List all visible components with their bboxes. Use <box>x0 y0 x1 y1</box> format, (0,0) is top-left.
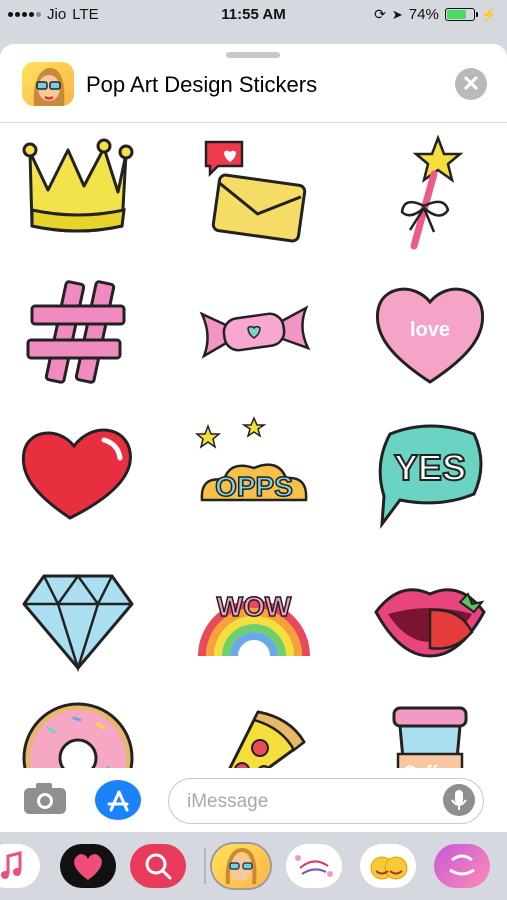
sticker-yes[interactable]: YES <box>370 414 490 534</box>
cool-dude-icon <box>449 854 475 876</box>
tray-app-image-search[interactable] <box>130 844 186 888</box>
sticker-wow-rainbow[interactable]: WOW <box>194 556 314 676</box>
sticker-love-text: love <box>410 319 450 341</box>
sticker-opps-text: OPPS <box>215 471 293 502</box>
sticker-red-heart[interactable] <box>18 414 138 534</box>
tray-app-cool-dude[interactable] <box>434 844 490 888</box>
location-icon: ➤ <box>391 6 403 22</box>
charging-icon: ⚡ <box>480 6 497 22</box>
app-icon <box>22 62 74 106</box>
imessage-placeholder: iMessage <box>187 791 269 812</box>
sticker-love-letter[interactable] <box>194 130 314 250</box>
battery-fill <box>446 10 467 19</box>
emoji-icon <box>370 856 408 880</box>
app-store-button[interactable] <box>95 780 141 820</box>
beautiful-day-icon <box>295 855 333 877</box>
header-divider <box>0 122 507 123</box>
app-store-icon <box>107 790 129 812</box>
close-button[interactable]: ✕ <box>455 68 487 100</box>
sticker-opps[interactable]: OPPS <box>194 414 314 534</box>
sheet-grabber[interactable] <box>226 52 280 58</box>
music-icon <box>1 851 22 879</box>
sticker-diamond[interactable] <box>18 556 138 676</box>
tray-app-emoji-stickers[interactable] <box>360 844 416 888</box>
tray-app-music[interactable] <box>0 844 40 888</box>
sticker-lips-strawberry[interactable] <box>370 556 490 676</box>
battery-icon <box>444 8 478 21</box>
microphone-button[interactable] <box>443 784 475 816</box>
sticker-candy[interactable] <box>194 272 314 392</box>
lock-rotation-icon: ⟳ <box>374 6 386 22</box>
pop-art-girl-icon <box>225 847 257 885</box>
tray-separator <box>204 848 206 884</box>
tray-app-pop-art-stickers[interactable] <box>212 844 270 888</box>
camera-button[interactable] <box>22 782 68 816</box>
camera-icon <box>24 783 66 814</box>
sticker-hashtag[interactable] <box>18 272 138 392</box>
status-bar: Jio LTE 11:55 AM ⟳ ➤ 74% ⚡ <box>0 0 507 30</box>
sheet-header: Pop Art Design Stickers ✕ <box>0 60 507 122</box>
tray-app-beautiful-day[interactable] <box>286 844 342 888</box>
compose-bar: iMessage <box>0 768 507 832</box>
sticker-yes-text: YES <box>394 447 466 488</box>
sticker-sheet: Pop Art Design Stickers ✕ love OPPS YES … <box>0 44 507 832</box>
image-search-icon <box>145 853 172 880</box>
digital-touch-heart-icon <box>74 854 102 880</box>
app-drawer <box>0 832 507 900</box>
sticker-magic-wand[interactable] <box>370 130 490 250</box>
sticker-love-heart[interactable]: love <box>370 272 490 392</box>
sticker-wow-text: WOW <box>217 591 292 622</box>
battery-percent: 74% <box>408 6 439 23</box>
tray-app-digital-touch[interactable] <box>60 844 116 888</box>
status-right: ⟳ ➤ 74% ⚡ <box>374 6 497 23</box>
sticker-crown[interactable] <box>18 130 138 250</box>
sticker-pack-title: Pop Art Design Stickers <box>86 72 318 97</box>
imessage-input[interactable]: iMessage <box>168 778 484 824</box>
microphone-icon <box>451 790 467 810</box>
